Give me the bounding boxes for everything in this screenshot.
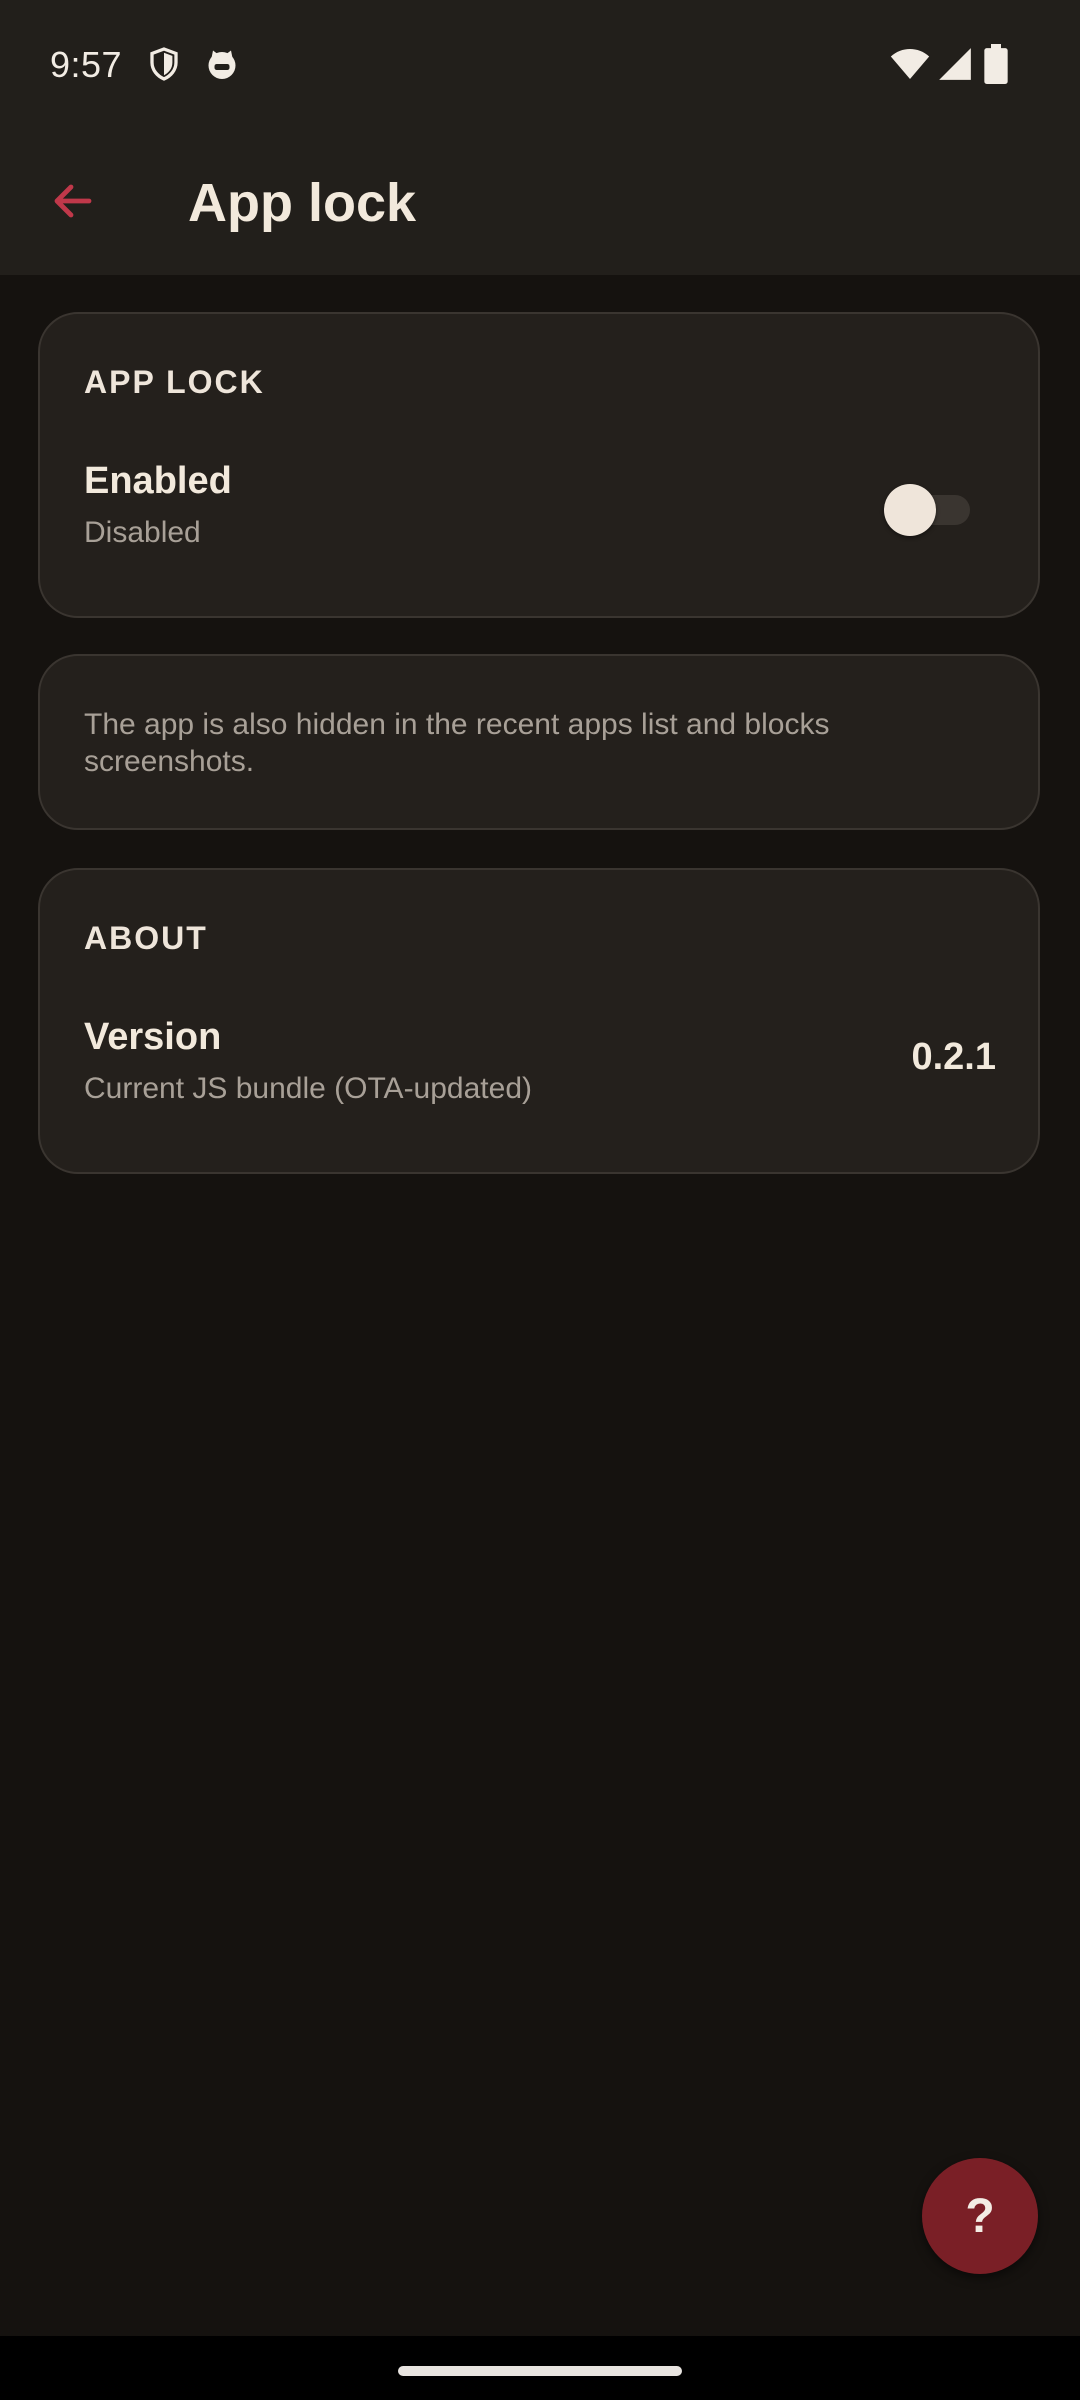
back-button[interactable] — [36, 166, 110, 240]
cat-face-icon — [204, 44, 240, 84]
wifi-icon — [890, 44, 930, 84]
about-section-heading: ABOUT — [84, 920, 208, 956]
version-value: 0.2.1 — [911, 1036, 996, 1078]
status-time: 9:57 — [50, 44, 123, 85]
app-lock-card: APP LOCK Enabled Disabled — [38, 312, 1040, 618]
app-lock-toggle[interactable] — [884, 482, 974, 538]
status-bar: 9:57 — [0, 0, 1080, 130]
battery-icon — [984, 44, 1008, 84]
version-label: Version — [84, 1016, 222, 1058]
info-card: The app is also hidden in the recent app… — [38, 654, 1040, 830]
cellular-signal-icon — [936, 44, 974, 84]
enabled-label: Enabled — [84, 460, 232, 502]
toggle-thumb — [884, 484, 936, 536]
arrow-left-icon — [49, 177, 97, 230]
app-bar: App lock — [0, 130, 1080, 275]
about-card: ABOUT Version Current JS bundle (OTA-upd… — [38, 868, 1040, 1174]
help-icon: ? — [965, 2189, 995, 2243]
home-gesture-handle[interactable] — [398, 2366, 682, 2376]
info-text: The app is also hidden in the recent app… — [84, 708, 830, 778]
shield-icon — [146, 44, 182, 84]
version-description: Current JS bundle (OTA-updated) — [84, 1072, 532, 1105]
app-lock-section-heading: APP LOCK — [84, 364, 265, 400]
navigation-bar — [0, 2336, 1080, 2400]
help-button[interactable]: ? — [922, 2158, 1038, 2274]
enabled-status: Disabled — [84, 516, 201, 549]
page-title: App lock — [188, 173, 417, 233]
